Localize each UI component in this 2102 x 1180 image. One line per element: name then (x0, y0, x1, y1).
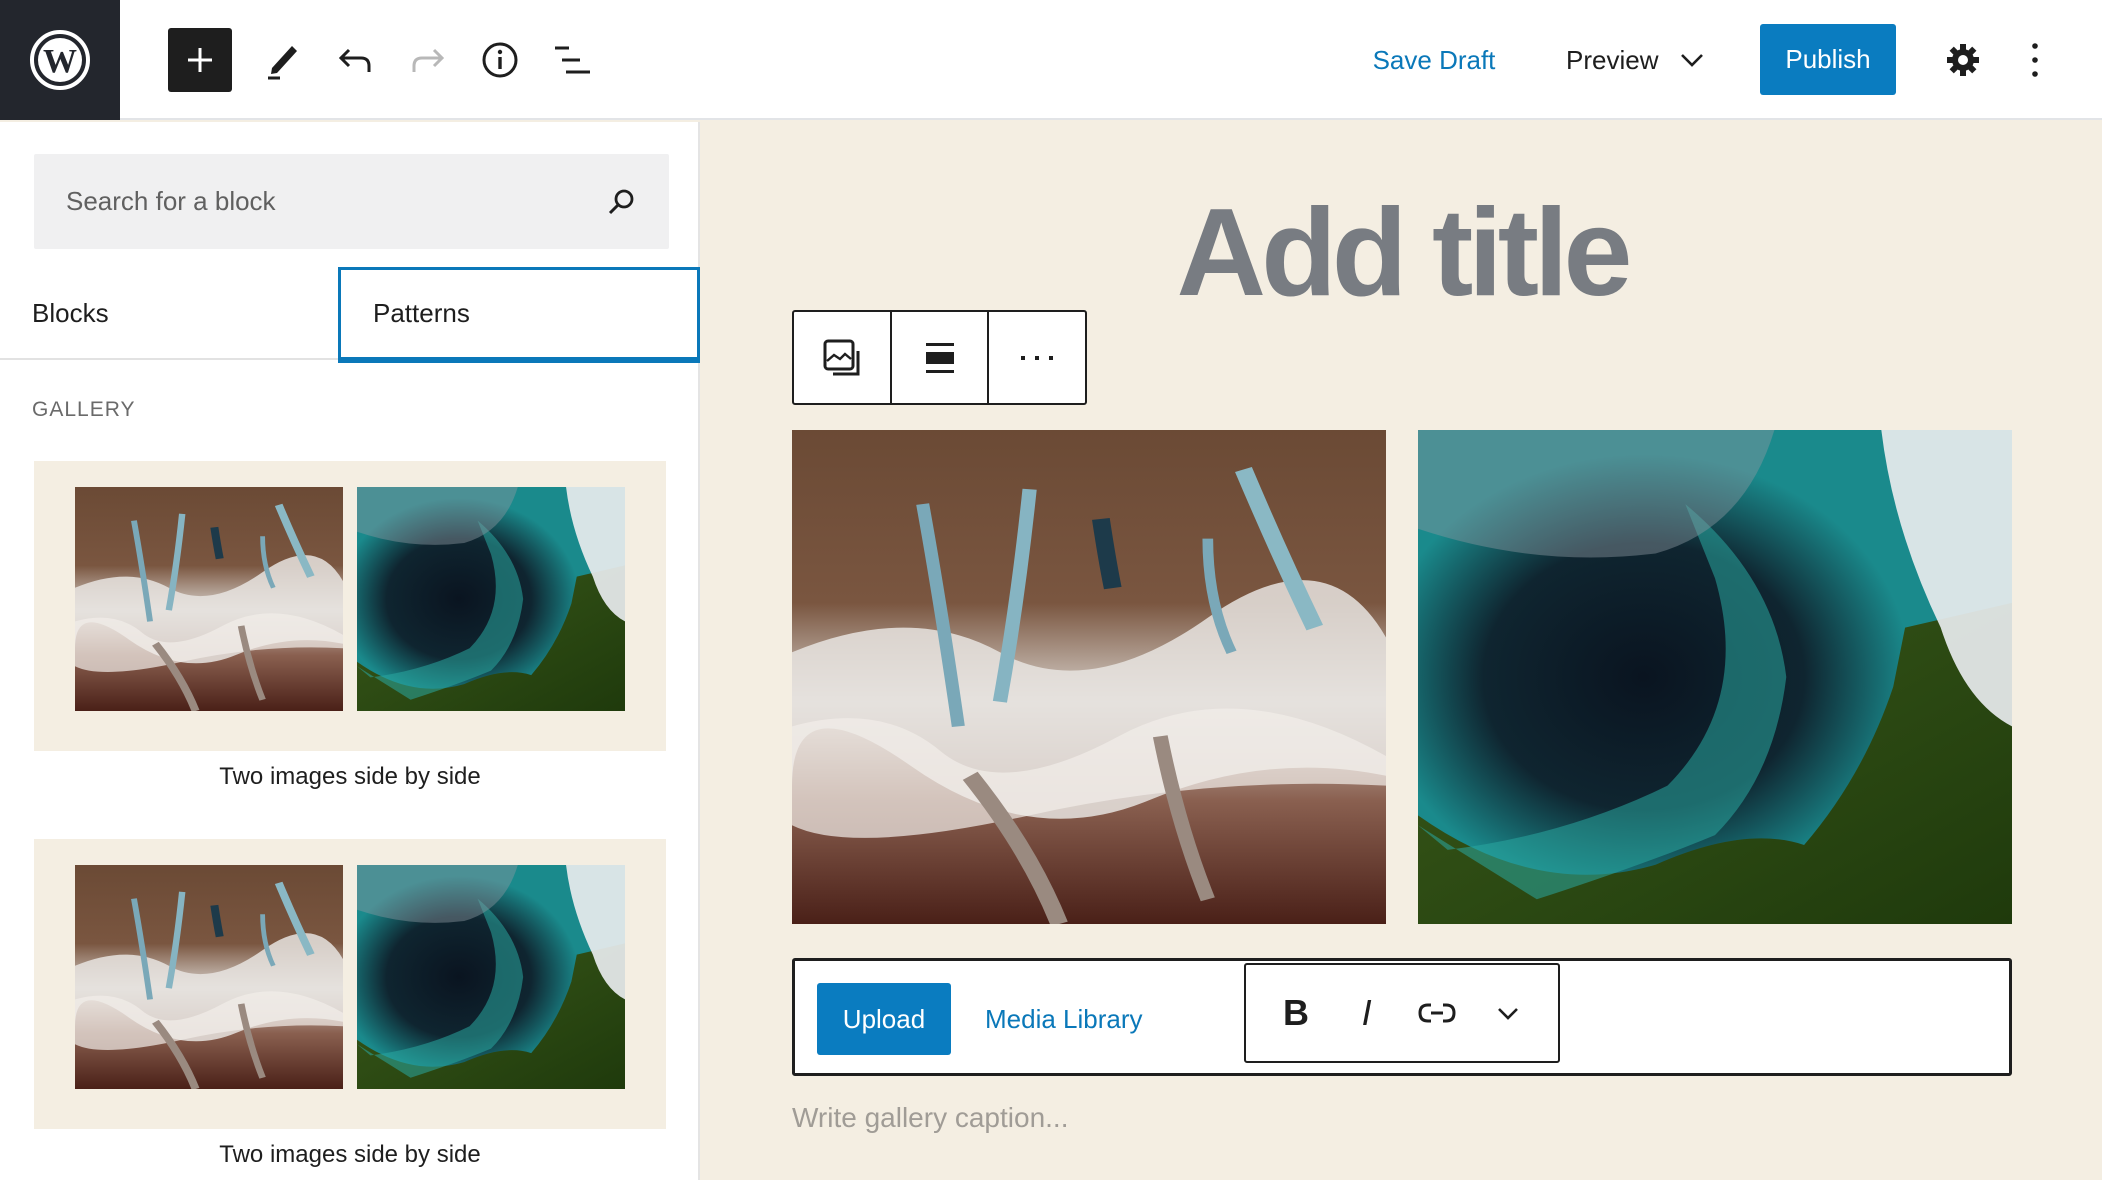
info-icon (482, 42, 518, 78)
block-search[interactable] (34, 154, 669, 249)
gallery-icon (823, 339, 860, 375)
more-options-icon (1021, 355, 1054, 360)
search-input[interactable] (66, 186, 586, 217)
bold-button[interactable]: B (1264, 981, 1328, 1045)
wordpress-logo[interactable]: W (0, 0, 120, 120)
coastal-bay-satellite-image (357, 865, 625, 1089)
details-button[interactable] (468, 28, 532, 92)
tab-patterns[interactable]: Patterns (338, 267, 700, 363)
align-wide-icon (925, 342, 954, 373)
plus-icon (188, 48, 212, 72)
pattern-caption: Two images side by side (219, 1141, 481, 1168)
editor-header: W Save Draft Preview Publish (0, 0, 2102, 120)
block-inserter-button[interactable] (168, 28, 232, 92)
post-title-input[interactable]: Add title (702, 182, 2102, 324)
preview-button[interactable]: Preview (1566, 40, 1706, 80)
coastal-bay-satellite-image[interactable] (1418, 430, 2012, 924)
list-view-icon (555, 46, 590, 74)
undo-icon (338, 48, 371, 72)
list-view-button[interactable] (540, 28, 604, 92)
redo-icon (412, 48, 445, 72)
more-options-button[interactable] (989, 312, 1085, 403)
format-toolbar: B I (1244, 963, 1560, 1063)
upload-button[interactable]: Upload (817, 983, 951, 1055)
undo-button[interactable] (323, 28, 387, 92)
options-button[interactable] (2003, 28, 2067, 92)
link-icon (1418, 1003, 1456, 1023)
pattern-item[interactable]: Two images side by side (34, 461, 666, 791)
block-toolbar (792, 310, 1087, 405)
glacier-satellite-image (75, 865, 343, 1089)
pattern-preview[interactable] (34, 461, 666, 751)
italic-button[interactable]: I (1335, 981, 1399, 1045)
redo-button[interactable] (396, 28, 460, 92)
save-draft-button[interactable]: Save Draft (1360, 40, 1508, 80)
media-placeholder-bar: Upload Media Library B I (792, 958, 2012, 1076)
pattern-category-label: GALLERY (32, 398, 136, 421)
publish-button[interactable]: Publish (1760, 24, 1896, 95)
wordpress-logo-icon: W (30, 30, 90, 90)
gallery-caption-input[interactable]: Write gallery caption... (792, 1102, 1069, 1134)
search-icon (608, 189, 634, 214)
link-button[interactable] (1405, 981, 1469, 1045)
inserter-tabs: Blocks Patterns (0, 267, 700, 363)
block-inserter-panel: Blocks Patterns GALLERY Two images side … (0, 122, 700, 1180)
settings-button[interactable] (1931, 28, 1995, 92)
media-library-button[interactable]: Media Library (985, 983, 1143, 1055)
pattern-item[interactable]: Two images side by side (34, 839, 666, 1169)
tools-button[interactable] (250, 28, 314, 92)
coastal-bay-satellite-image (357, 487, 625, 711)
pattern-caption: Two images side by side (219, 763, 481, 790)
chevron-down-icon (1498, 1008, 1518, 1020)
more-formats-button[interactable] (1476, 981, 1540, 1045)
block-type-button[interactable] (794, 312, 892, 403)
pattern-preview[interactable] (34, 839, 666, 1129)
preview-label: Preview (1566, 45, 1659, 75)
svg-text:W: W (43, 43, 77, 80)
kebab-vertical-icon (2032, 43, 2038, 77)
glacier-satellite-image[interactable] (792, 430, 1386, 924)
tab-blocks[interactable]: Blocks (32, 267, 109, 360)
align-button[interactable] (892, 312, 990, 403)
chevron-down-icon (1681, 54, 1704, 67)
pencil-icon (268, 46, 297, 80)
gear-icon (1947, 44, 1979, 76)
editor-canvas: Add title Upload Media Library B I Write… (702, 122, 2102, 1180)
glacier-satellite-image (75, 487, 343, 711)
